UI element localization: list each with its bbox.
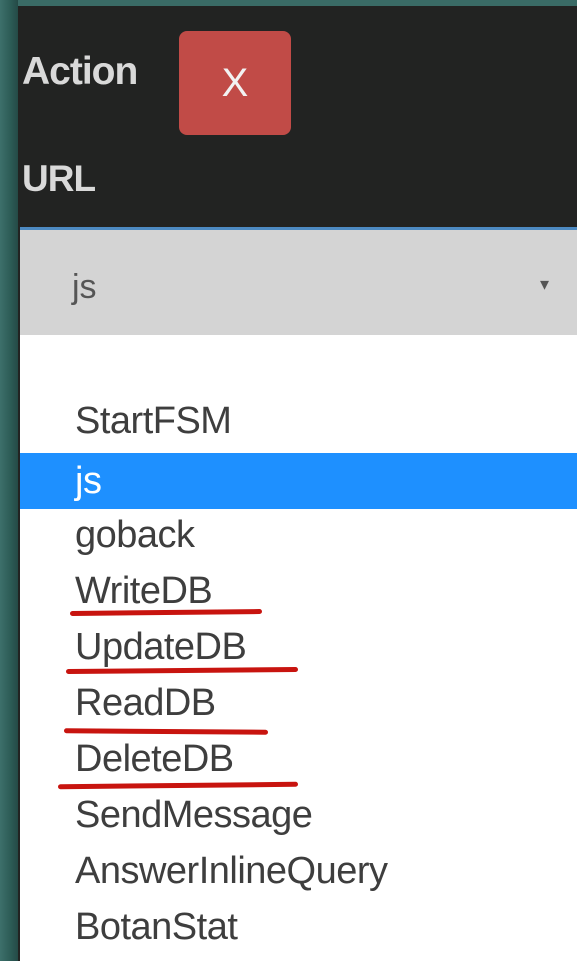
close-button[interactable]: X <box>179 31 291 135</box>
option-goback[interactable]: goback <box>20 507 577 563</box>
option-answerinlinequery[interactable]: AnswerInlineQuery <box>20 843 577 899</box>
window-frame-left <box>0 0 18 961</box>
select-value: js <box>72 268 97 306</box>
option-deletedb[interactable]: DeleteDB <box>20 731 577 787</box>
option-startfsm[interactable]: StartFSM <box>20 393 577 449</box>
action-label: Action <box>22 50 138 93</box>
dropdown-list: StartFSM js goback WriteDB UpdateDB Read… <box>20 335 577 961</box>
dropdown-arrow-icon: ▾ <box>540 274 550 294</box>
option-js[interactable]: js <box>20 453 577 509</box>
url-select[interactable]: js ▾ <box>20 227 577 335</box>
option-readdb[interactable]: ReadDB <box>20 675 577 731</box>
option-updatedb[interactable]: UpdateDB <box>20 619 577 675</box>
url-label: URL <box>22 158 96 199</box>
option-sendmessage[interactable]: SendMessage <box>20 787 577 843</box>
option-botanstat[interactable]: BotanStat <box>20 899 577 955</box>
